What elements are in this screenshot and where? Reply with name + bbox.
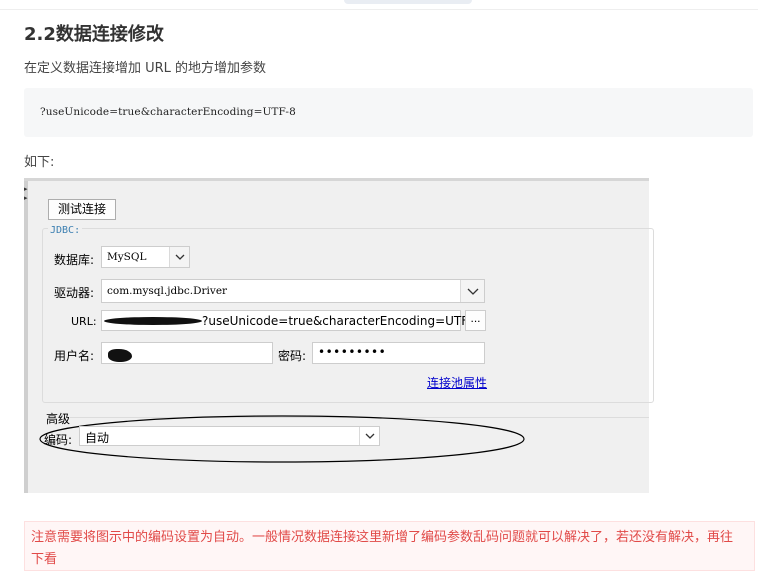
code-block: ?useUnicode=true&characterEncoding=UTF-8 [24,88,753,137]
url-input[interactable]: ?useUnicode=true&characterEncoding=UTF-8 [101,310,480,331]
driver-select[interactable]: com.mysql.jdbc.Driver [101,279,485,303]
url-browse-button[interactable]: ... [465,310,486,331]
connection-dialog-screenshot: ▸ ▸ 测试连接 JDBC: 数据库: MySQL 驱动器: com.mysql… [24,178,654,518]
database-label: 数据库: [54,253,95,267]
password-input[interactable]: ••••••••• [312,342,485,364]
redacted-scribble [104,317,202,325]
password-value: ••••••••• [318,345,387,359]
chevron-down-icon[interactable] [359,427,379,445]
as-follows-text: 如下: [24,155,55,170]
pool-properties-link[interactable]: 连接池属性 [427,374,487,391]
encoding-select[interactable]: 自动 [79,426,380,446]
database-value: MySQL [107,251,147,263]
driver-value: com.mysql.jdbc.Driver [107,285,228,297]
username-label: 用户名: [54,349,95,363]
encoding-value: 自动 [85,431,110,445]
url-value: ?useUnicode=true&characterEncoding=UTF-8 [202,314,481,328]
password-label: 密码: [278,349,307,363]
code-text: ?useUnicode=true&characterEncoding=UTF-8 [40,106,296,118]
url-label: URL: [71,315,97,328]
test-connection-button[interactable]: 测试连接 [48,199,116,220]
username-input[interactable] [101,342,273,364]
triangle-arrow-icon[interactable]: ▸ [24,186,28,193]
database-select[interactable]: MySQL [101,246,190,268]
redacted-scribble [108,349,132,362]
chevron-down-icon[interactable] [169,247,189,267]
driver-label: 驱动器: [54,286,95,300]
triangle-arrow-icon[interactable]: ▸ [24,195,28,202]
intro-paragraph: 在定义数据连接增加 URL 的地方增加参数 [24,61,267,76]
top-tab[interactable] [344,0,472,4]
jdbc-legend: JDBC: [48,225,83,236]
chevron-down-icon[interactable] [460,280,484,302]
section-heading: 2.2数据连接修改 [24,24,164,45]
warning-note: 注意需要将图示中的编码设置为自动。一般情况数据连接这里新增了编码参数乱码问题就可… [24,521,755,571]
encoding-label: 编码: [44,433,73,447]
dialog-panel: 测试连接 JDBC: 数据库: MySQL 驱动器: com.mysql.jdb… [28,181,654,493]
warning-note-text: 注意需要将图示中的编码设置为自动。一般情况数据连接这里新增了编码参数乱码问题就可… [31,530,734,567]
